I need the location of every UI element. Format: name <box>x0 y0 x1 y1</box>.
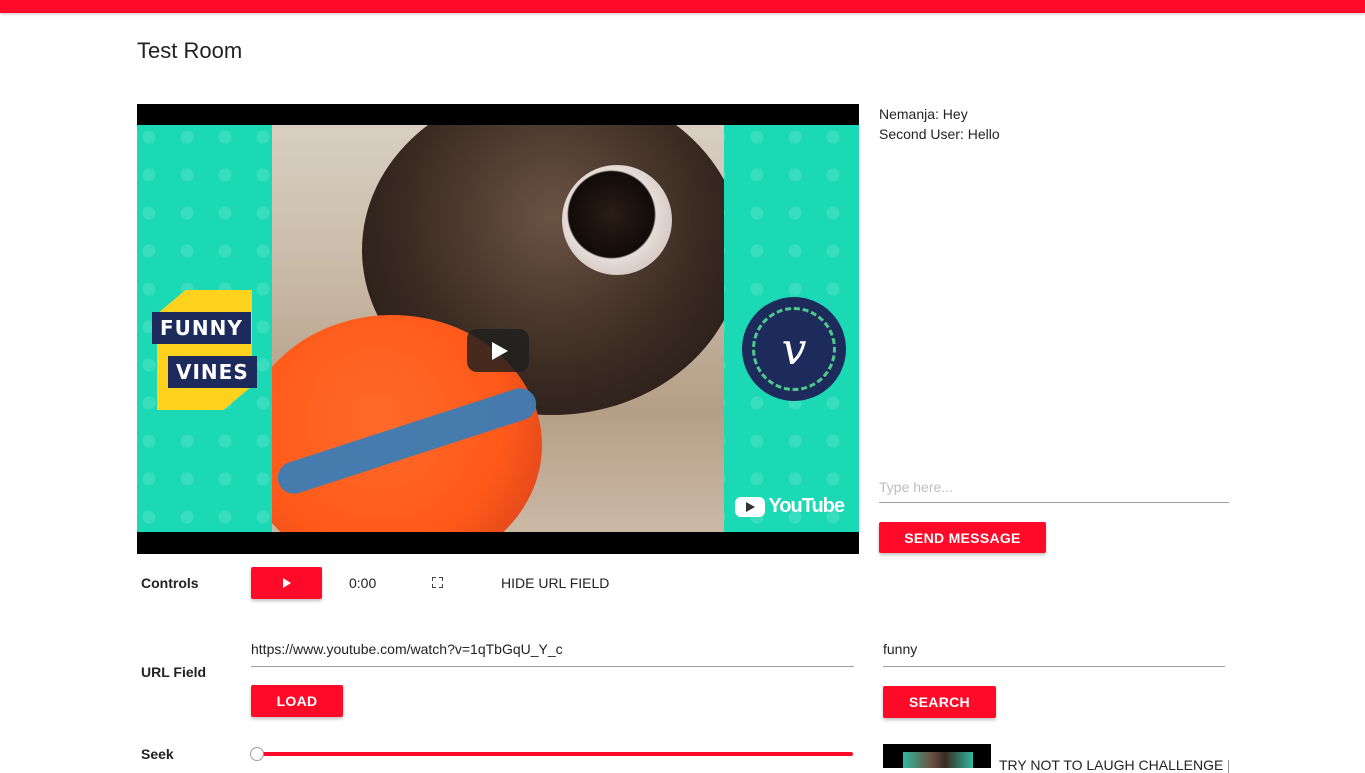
play-icon <box>282 578 291 588</box>
search-input[interactable] <box>883 632 1225 667</box>
youtube-watermark-text: YouTube <box>768 495 845 517</box>
top-app-bar <box>0 0 1365 13</box>
hide-url-field-button[interactable]: HIDE URL FIELD <box>501 575 609 591</box>
youtube-logo[interactable]: YouTube <box>735 495 845 518</box>
seek-slider-thumb[interactable] <box>250 747 264 761</box>
controls-label: Controls <box>141 575 199 591</box>
youtube-play-icon <box>735 496 766 517</box>
send-message-button[interactable]: SEND MESSAGE <box>879 522 1046 553</box>
seek-label: Seek <box>141 746 174 762</box>
search-result-thumbnail[interactable] <box>883 744 991 768</box>
search-button[interactable]: SEARCH <box>883 686 996 718</box>
play-button[interactable] <box>251 567 322 599</box>
chat-message: Nemanja: Hey <box>879 106 968 122</box>
chat-input[interactable] <box>879 472 1229 503</box>
chat-message: Second User: Hello <box>879 126 1000 142</box>
search-result-title[interactable]: TRY NOT TO LAUGH CHALLENGE | <box>999 757 1229 773</box>
funny-vines-badge: FUNNY VINES <box>152 290 257 410</box>
url-field-label: URL Field <box>141 664 207 680</box>
badge-line-1: FUNNY <box>152 312 251 344</box>
chat-log: Nemanja: Hey Second User: Hello <box>879 104 1229 144</box>
video-play-icon[interactable] <box>467 329 529 372</box>
url-input[interactable] <box>251 632 854 667</box>
page-title: Test Room <box>137 38 243 63</box>
video-thumbnail: FUNNY VINES v YouTube <box>137 125 859 532</box>
fullscreen-icon[interactable] <box>432 577 443 588</box>
video-player[interactable]: FUNNY VINES v YouTube <box>137 104 859 554</box>
load-button[interactable]: LOAD <box>251 685 343 717</box>
vine-logo-icon: v <box>742 297 846 401</box>
badge-line-2: VINES <box>168 356 257 388</box>
seek-slider-track[interactable] <box>258 752 853 756</box>
time-display: 0:00 <box>349 575 377 591</box>
